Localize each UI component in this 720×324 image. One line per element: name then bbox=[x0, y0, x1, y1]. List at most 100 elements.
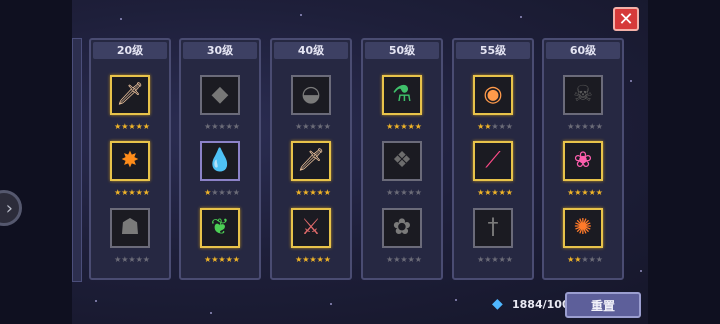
right-edge-shadow bbox=[648, 0, 720, 324]
skill-slot[interactable]: ❀ bbox=[563, 141, 603, 181]
potion-icon: ⚗ bbox=[392, 82, 412, 107]
star-icon: ★ bbox=[407, 255, 415, 264]
previous-column-edge[interactable] bbox=[72, 38, 82, 282]
flame-icon: ◆ bbox=[211, 82, 229, 107]
skill-slot[interactable]: ⚔ bbox=[291, 208, 331, 248]
sun-icon: ✺ bbox=[573, 215, 593, 240]
star-icon: ★ bbox=[135, 122, 143, 131]
star-icon: ★ bbox=[581, 122, 589, 131]
star-icon: ★ bbox=[142, 122, 150, 131]
flower-icon: ✿ bbox=[392, 215, 412, 240]
star-icon: ★ bbox=[505, 255, 513, 264]
star-icon: ★ bbox=[142, 255, 150, 264]
star-icon: ★ bbox=[323, 188, 331, 197]
skill-slot[interactable]: ◉ bbox=[473, 75, 513, 115]
skill-slot[interactable]: ⟋ bbox=[473, 141, 513, 181]
star-icon: ★ bbox=[407, 122, 415, 131]
star-icon: ★ bbox=[128, 255, 136, 264]
star-rating: ★★★★★ bbox=[467, 256, 523, 264]
star-icon: ★ bbox=[316, 122, 324, 131]
sword-icon: 🗡 bbox=[297, 148, 325, 173]
column-level-header: 20级 bbox=[93, 42, 167, 59]
column-level-header: 60级 bbox=[546, 42, 620, 59]
skill-slot[interactable]: 🗡 bbox=[110, 75, 150, 115]
background-star bbox=[520, 16, 522, 18]
star-rating: ★★★★★ bbox=[467, 189, 523, 197]
background-star bbox=[640, 270, 642, 272]
skill-column: 30级 ◆ ★★★★★ 💧 ★★★★★ ❦ ★★★★★ bbox=[179, 38, 261, 280]
star-icon: ★ bbox=[218, 188, 226, 197]
close-button[interactable]: ✕ bbox=[613, 7, 639, 31]
explosion-icon: ✸ bbox=[120, 148, 140, 173]
star-icon: ★ bbox=[135, 188, 143, 197]
star-rating: ★★★★★ bbox=[376, 189, 432, 197]
column-level-header: 40级 bbox=[274, 42, 348, 59]
leaf-icon: ❦ bbox=[210, 215, 230, 240]
left-edge-shadow bbox=[0, 0, 72, 324]
skill-slot[interactable]: ✿ bbox=[382, 208, 422, 248]
star-icon: ★ bbox=[218, 255, 226, 264]
star-icon: ★ bbox=[414, 122, 422, 131]
star-rating: ★★★★★ bbox=[467, 123, 523, 131]
helmet-icon: ◒ bbox=[301, 82, 321, 107]
star-icon: ★ bbox=[135, 255, 143, 264]
star-rating: ★★★★★ bbox=[194, 123, 250, 131]
star-icon: ★ bbox=[316, 255, 324, 264]
star-icon: ★ bbox=[400, 188, 408, 197]
star-icon: ★ bbox=[225, 188, 233, 197]
star-icon: ★ bbox=[414, 255, 422, 264]
skill-column: 40级 ◒ ★★★★★ 🗡 ★★★★★ ⚔ ★★★★★ bbox=[270, 38, 352, 280]
gem-icon: ◆ bbox=[492, 296, 503, 312]
skill-slot[interactable]: ⚗ bbox=[382, 75, 422, 115]
skill-slot[interactable]: ❦ bbox=[200, 208, 240, 248]
close-icon: ✕ bbox=[618, 8, 634, 30]
star-icon: ★ bbox=[491, 255, 499, 264]
star-rating: ★★★★★ bbox=[285, 189, 341, 197]
star-icon: ★ bbox=[595, 188, 603, 197]
skill-slot[interactable]: ✸ bbox=[110, 141, 150, 181]
star-icon: ★ bbox=[128, 122, 136, 131]
background-star bbox=[300, 14, 302, 16]
water-drop-icon: 💧 bbox=[206, 148, 234, 173]
skill-slot[interactable]: ◆ bbox=[200, 75, 240, 115]
background-star bbox=[210, 312, 212, 314]
star-icon: ★ bbox=[414, 188, 422, 197]
skill-slot[interactable]: ☗ bbox=[110, 208, 150, 248]
background-star bbox=[630, 80, 632, 82]
star-rating: ★★★★★ bbox=[104, 189, 160, 197]
star-rating: ★★★★★ bbox=[285, 123, 341, 131]
skill-column: 50级 ⚗ ★★★★★ ❖ ★★★★★ ✿ ★★★★★ bbox=[361, 38, 443, 280]
column-level-header: 55级 bbox=[456, 42, 530, 59]
star-icon: ★ bbox=[323, 255, 331, 264]
star-icon: ★ bbox=[232, 188, 240, 197]
star-icon: ★ bbox=[232, 255, 240, 264]
slash-icon: ⟋ bbox=[485, 148, 501, 173]
skill-slot[interactable]: ❖ bbox=[382, 141, 422, 181]
reset-label: 重置 bbox=[590, 298, 615, 313]
star-icon: ★ bbox=[309, 122, 317, 131]
skill-slot[interactable]: † bbox=[473, 208, 513, 248]
star-rating: ★★★★★ bbox=[104, 123, 160, 131]
star-icon: ★ bbox=[407, 188, 415, 197]
star-rating: ★★★★★ bbox=[194, 256, 250, 264]
star-icon: ★ bbox=[232, 122, 240, 131]
skill-slot[interactable]: 🗡 bbox=[291, 141, 331, 181]
skill-slot[interactable]: ☠ bbox=[563, 75, 603, 115]
star-icon: ★ bbox=[588, 122, 596, 131]
skill-slot[interactable]: ◒ bbox=[291, 75, 331, 115]
star-rating: ★★★★★ bbox=[285, 256, 341, 264]
star-icon: ★ bbox=[595, 255, 603, 264]
skill-slot[interactable]: ✺ bbox=[563, 208, 603, 248]
star-icon: ★ bbox=[142, 188, 150, 197]
skill-slot[interactable]: 💧 bbox=[200, 141, 240, 181]
star-icon: ★ bbox=[588, 255, 596, 264]
background-star bbox=[330, 303, 332, 305]
star-icon: ★ bbox=[595, 122, 603, 131]
chevron-right-icon: › bbox=[5, 197, 13, 219]
star-rating: ★★★★★ bbox=[194, 189, 250, 197]
shield-icon: ❖ bbox=[392, 148, 412, 173]
eye-icon: ◉ bbox=[483, 82, 503, 107]
reset-button[interactable]: 重置 bbox=[565, 292, 641, 318]
star-icon: ★ bbox=[581, 255, 589, 264]
star-icon: ★ bbox=[400, 122, 408, 131]
